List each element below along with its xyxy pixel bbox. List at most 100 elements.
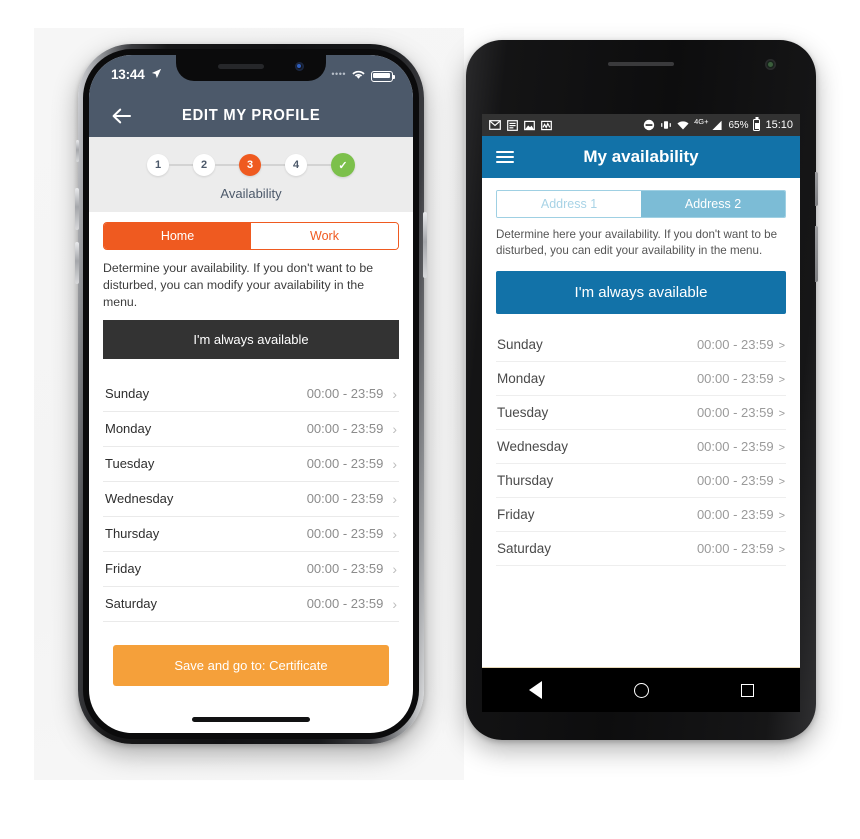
location-arrow-icon bbox=[151, 68, 162, 82]
day-time-range: 00:00 - 23:59 bbox=[306, 596, 384, 612]
day-time-range: 00:00 - 23:59 bbox=[306, 491, 384, 507]
table-row[interactable]: Sunday 00:00 - 23:59 › bbox=[103, 377, 399, 412]
day-value-group: 00:00 - 23:59 > bbox=[697, 507, 785, 522]
chevron-right-icon: › bbox=[392, 455, 397, 472]
day-value-group: 00:00 - 23:59 › bbox=[307, 561, 397, 576]
hamburger-menu-icon[interactable] bbox=[496, 148, 514, 166]
tab-address-1[interactable]: Address 1 bbox=[497, 191, 641, 217]
day-value-group: 00:00 - 23:59 › bbox=[307, 526, 397, 541]
step-connector bbox=[215, 164, 239, 166]
iphone-volume-down-button[interactable] bbox=[75, 242, 79, 284]
iphone-volume-up-button[interactable] bbox=[75, 188, 79, 230]
android-screen: 4G+ 65% 15:10 My availability Address 1 … bbox=[482, 114, 800, 667]
table-row[interactable]: Thursday 00:00 - 23:59 > bbox=[496, 464, 786, 498]
iphone-notch bbox=[176, 55, 326, 81]
day-value-group: 00:00 - 23:59 › bbox=[307, 456, 397, 471]
table-row[interactable]: Wednesday 00:00 - 23:59 › bbox=[103, 482, 399, 517]
chevron-right-icon: › bbox=[392, 420, 397, 437]
progress-stepper: 1 2 3 4 ✓ Availability bbox=[89, 137, 413, 212]
recents-nav-icon[interactable] bbox=[729, 672, 765, 708]
step-complete-check-icon[interactable]: ✓ bbox=[331, 153, 355, 177]
status-right-icons: •••• bbox=[331, 67, 395, 85]
stepper-items: 1 2 3 4 ✓ bbox=[89, 153, 413, 177]
battery-percent-label: 65% bbox=[728, 119, 749, 131]
table-row[interactable]: Monday 00:00 - 23:59 › bbox=[103, 412, 399, 447]
table-row[interactable]: Friday 00:00 - 23:59 > bbox=[496, 498, 786, 532]
day-value-group: 00:00 - 23:59 > bbox=[697, 473, 785, 488]
day-time-range: 00:00 - 23:59 bbox=[306, 421, 384, 437]
gmail-icon bbox=[489, 119, 501, 131]
page-title: EDIT MY PROFILE bbox=[181, 107, 321, 124]
step-connector bbox=[169, 164, 193, 166]
chevron-right-icon: > bbox=[778, 407, 785, 420]
availability-description: Determine here your availability. If you… bbox=[496, 228, 778, 258]
iphone-power-button[interactable] bbox=[423, 212, 427, 278]
tab-home[interactable]: Home bbox=[104, 223, 251, 249]
home-nav-icon[interactable] bbox=[623, 672, 659, 708]
table-row[interactable]: Sunday 00:00 - 23:59 > bbox=[496, 328, 786, 362]
table-row[interactable]: Tuesday 00:00 - 23:59 › bbox=[103, 447, 399, 482]
chevron-right-icon: › bbox=[392, 560, 397, 577]
day-value-group: 00:00 - 23:59 > bbox=[697, 337, 785, 352]
android-content: Address 1 Address 2 Determine here your … bbox=[482, 190, 800, 566]
day-label: Friday bbox=[105, 561, 142, 577]
day-label: Wednesday bbox=[497, 438, 569, 454]
day-label: Monday bbox=[497, 370, 546, 386]
day-time-range: 00:00 - 23:59 bbox=[696, 404, 774, 420]
stepper-current-label: Availability bbox=[220, 186, 282, 201]
signal-dots-icon: •••• bbox=[331, 68, 346, 79]
day-value-group: 00:00 - 23:59 > bbox=[697, 371, 785, 386]
home-work-tabs: Home Work bbox=[103, 222, 399, 250]
day-time-range: 00:00 - 23:59 bbox=[696, 370, 774, 386]
save-and-continue-button[interactable]: Save and go to: Certificate bbox=[113, 644, 389, 686]
android-app-bar: My availability bbox=[482, 136, 800, 178]
chevron-right-icon: › bbox=[392, 595, 397, 612]
day-value-group: 00:00 - 23:59 > bbox=[697, 541, 785, 556]
iphone-silent-switch[interactable] bbox=[76, 140, 79, 162]
battery-icon bbox=[753, 119, 761, 131]
always-available-button[interactable]: I'm always available bbox=[496, 270, 786, 314]
day-time-range: 00:00 - 23:59 bbox=[696, 336, 774, 352]
chevron-right-icon: > bbox=[778, 475, 785, 488]
arrow-left-icon[interactable] bbox=[111, 105, 133, 127]
iphone-device: 13:44 •••• EDIT MY PROFILE 1 2 3 4 ✓ Ava… bbox=[75, 44, 427, 744]
do-not-disturb-icon bbox=[643, 119, 655, 131]
home-indicator[interactable] bbox=[192, 717, 310, 722]
day-time-range: 00:00 - 23:59 bbox=[696, 438, 774, 454]
day-time-range: 00:00 - 23:59 bbox=[306, 456, 384, 472]
android-power-button[interactable] bbox=[815, 172, 818, 206]
android-status-bar: 4G+ 65% 15:10 bbox=[482, 114, 800, 136]
table-row[interactable]: Monday 00:00 - 23:59 > bbox=[496, 362, 786, 396]
day-label: Thursday bbox=[105, 526, 160, 542]
always-available-button[interactable]: I'm always available bbox=[103, 319, 399, 359]
table-row[interactable]: Thursday 00:00 - 23:59 › bbox=[103, 517, 399, 552]
address-tabs: Address 1 Address 2 bbox=[496, 190, 786, 218]
day-label: Tuesday bbox=[105, 456, 155, 472]
step-1[interactable]: 1 bbox=[147, 154, 169, 176]
tab-address-2[interactable]: Address 2 bbox=[641, 191, 785, 217]
day-label: Sunday bbox=[497, 336, 543, 352]
table-row[interactable]: Saturday 00:00 - 23:59 > bbox=[496, 532, 786, 566]
chevron-right-icon: › bbox=[392, 385, 397, 402]
step-3-active[interactable]: 3 bbox=[239, 154, 261, 176]
day-value-group: 00:00 - 23:59 › bbox=[307, 421, 397, 436]
availability-day-list: Sunday 00:00 - 23:59 > Monday 00:00 - 23… bbox=[496, 328, 786, 566]
step-2[interactable]: 2 bbox=[193, 154, 215, 176]
android-volume-button[interactable] bbox=[815, 226, 818, 282]
day-value-group: 00:00 - 23:59 › bbox=[307, 596, 397, 611]
back-nav-icon[interactable] bbox=[517, 672, 553, 708]
table-row[interactable]: Saturday 00:00 - 23:59 › bbox=[103, 587, 399, 622]
day-label: Wednesday bbox=[105, 491, 174, 507]
step-connector bbox=[261, 164, 285, 166]
tab-work[interactable]: Work bbox=[251, 223, 398, 249]
battery-full-icon bbox=[371, 70, 395, 82]
table-row[interactable]: Tuesday 00:00 - 23:59 > bbox=[496, 396, 786, 430]
step-4[interactable]: 4 bbox=[285, 154, 307, 176]
table-row[interactable]: Wednesday 00:00 - 23:59 > bbox=[496, 430, 786, 464]
day-label: Saturday bbox=[497, 540, 552, 556]
day-label: Monday bbox=[105, 421, 152, 437]
chevron-right-icon: > bbox=[778, 543, 785, 556]
day-time-range: 00:00 - 23:59 bbox=[696, 540, 774, 556]
table-row[interactable]: Friday 00:00 - 23:59 › bbox=[103, 552, 399, 587]
step-connector bbox=[307, 164, 331, 166]
